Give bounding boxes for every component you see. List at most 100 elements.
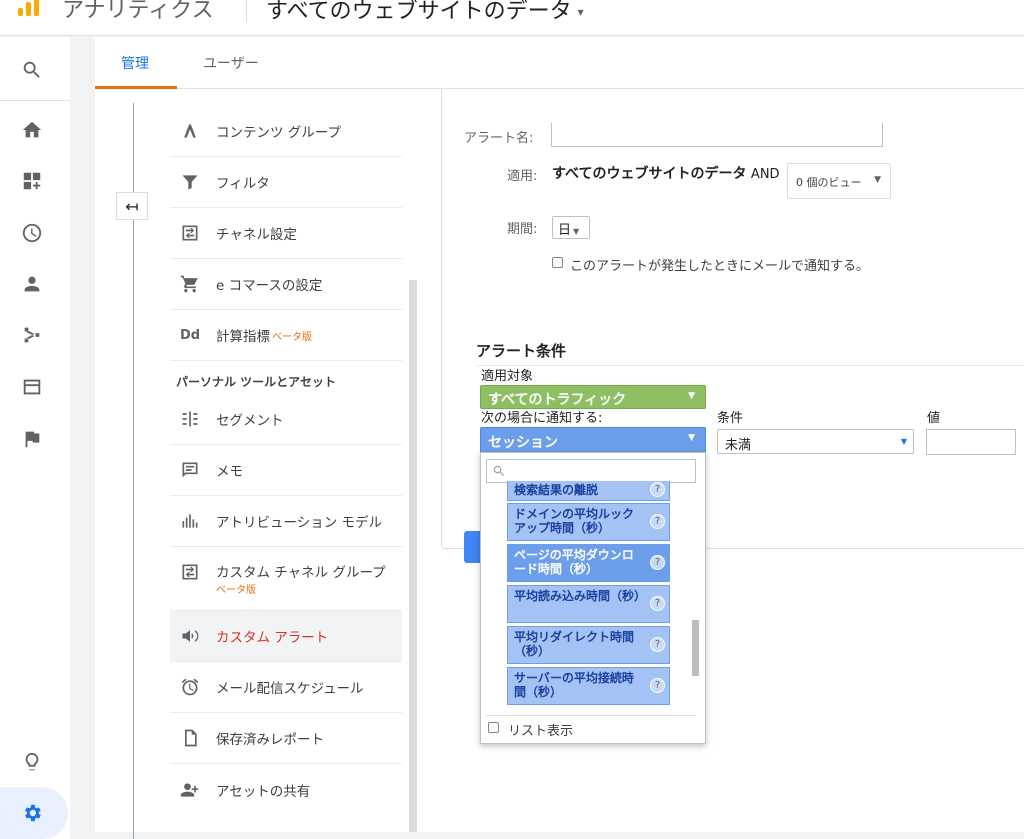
metric-value: セッション: [488, 435, 558, 451]
menu-item-filters[interactable]: フィルタ: [170, 157, 402, 208]
alert-name-input[interactable]: [551, 123, 883, 147]
segment-icon: [179, 408, 201, 430]
value-label: 値: [927, 411, 941, 426]
menu-item-label: フィルタ: [216, 176, 270, 192]
tab-user[interactable]: ユーザー: [203, 53, 259, 73]
beta-badge: ベータ版: [216, 585, 256, 596]
menu-item-scheduled-emails[interactable]: メール配信スケジュール: [170, 662, 402, 713]
email-notify-checkbox[interactable]: [552, 257, 563, 268]
conditions-divider: [476, 365, 1024, 366]
customization-icon[interactable]: [19, 168, 45, 194]
app-name: アナリティクス: [62, 0, 214, 23]
header-divider: [246, 0, 247, 22]
help-icon[interactable]: ?: [650, 678, 665, 693]
nav-rail: [0, 37, 70, 839]
beta-badge: ベータ版: [272, 331, 312, 343]
apply-target: すべてのウェブサイトのデータ AND: [552, 163, 780, 183]
menu-item-label: カスタム アラート: [216, 630, 329, 646]
period-value: 日: [558, 223, 572, 238]
menu-item-annotations[interactable]: メモ: [170, 445, 402, 496]
chevron-down-icon: ▼: [688, 433, 695, 443]
rail-divider: [0, 100, 70, 101]
realtime-clock-icon[interactable]: [19, 220, 45, 246]
filter-icon: [179, 171, 201, 193]
views-dropdown[interactable]: 0 個のビュー ▼: [787, 163, 891, 199]
metric-option[interactable]: 検索結果の離脱 ?: [507, 481, 670, 501]
admin-tabs: 管理 ユーザー: [95, 37, 1024, 89]
menu-item-label: メモ: [216, 464, 243, 480]
active-tab-underline: [95, 86, 177, 89]
threshold-value-input[interactable]: [926, 429, 1016, 455]
top-header: アナリティクス すべてのウェブサイトのデータ ▾: [0, 0, 1024, 36]
notify-when-label: 次の場合に通知する:: [481, 411, 603, 426]
home-icon[interactable]: [19, 117, 45, 143]
menu-item-label: メール配信スケジュール: [216, 681, 364, 697]
period-label: 期間:: [507, 222, 538, 237]
menu-item-ecommerce-settings[interactable]: e コマースの設定: [170, 259, 402, 310]
menu-item-label: チャネル設定: [216, 227, 297, 243]
menu-scrollbar[interactable]: [409, 280, 417, 832]
content-grouping-icon: [179, 120, 201, 142]
menu-item-channel-settings[interactable]: チャネル設定: [170, 208, 402, 259]
section-heading-personal-tools: パーソナル ツールとアセット: [176, 375, 336, 389]
condition-dropdown[interactable]: 未満 ▼: [717, 429, 914, 454]
metric-option[interactable]: 平均読み込み時間（秒） ?: [507, 585, 670, 623]
period-dropdown[interactable]: 日 ▼: [552, 216, 590, 239]
metric-search-input[interactable]: [486, 459, 696, 483]
menu-item-custom-alerts[interactable]: カスタム アラート: [170, 611, 402, 662]
custom-channel-icon: [179, 561, 201, 583]
megaphone-icon: [179, 625, 201, 647]
channel-settings-icon: [179, 222, 201, 244]
help-icon[interactable]: ?: [650, 596, 665, 611]
metric-option-label: 平均リダイレクト時間（秒）: [514, 630, 635, 658]
applies-to-dropdown[interactable]: すべてのトラフィック ▼: [480, 385, 706, 409]
conversions-flag-icon[interactable]: [19, 426, 45, 452]
tab-admin[interactable]: 管理: [121, 53, 149, 73]
views-dropdown-value: 0 個のビュー: [796, 176, 862, 189]
lightbulb-icon[interactable]: [19, 749, 45, 775]
saved-report-icon: [179, 727, 201, 749]
alert-conditions-title: アラート条件: [476, 342, 567, 360]
metric-option[interactable]: サーバーの平均接続時間（秒） ?: [507, 667, 670, 705]
settings-menu: コンテンツ グループ フィルタ チャネル設定 e コマースの設定 Dd 計算指標…: [170, 106, 402, 815]
list-view-checkbox[interactable]: [488, 722, 499, 733]
admin-gear-icon[interactable]: [19, 800, 45, 826]
metric-selector-popup: 検索結果の離脱 ? ドメインの平均ルックアップ時間（秒） ? ページの平均ダウン…: [480, 452, 706, 744]
annotation-icon: [179, 459, 201, 481]
chevron-down-icon: ▾: [577, 5, 584, 19]
menu-item-label: 保存済みレポート: [216, 732, 324, 748]
metric-option-label: ページの平均ダウンロード時間（秒）: [514, 548, 634, 576]
menu-item-attribution-models[interactable]: アトリビューション モデル: [170, 496, 402, 547]
acquisition-icon[interactable]: [19, 322, 45, 348]
search-icon[interactable]: [19, 57, 45, 83]
metric-option[interactable]: 平均リダイレクト時間（秒） ?: [507, 626, 670, 664]
apply-label: 適用:: [507, 169, 538, 184]
condition-label: 条件: [717, 411, 744, 426]
audience-person-icon[interactable]: [19, 271, 45, 297]
popup-scrollbar[interactable]: [692, 620, 699, 676]
menu-item-label: カスタム チャネル グループ: [216, 565, 386, 581]
property-name: すべてのウェブサイトのデータ: [266, 0, 572, 24]
help-icon[interactable]: ?: [650, 637, 665, 652]
help-icon[interactable]: ?: [650, 482, 665, 497]
behavior-icon[interactable]: [19, 374, 45, 400]
back-arrow-button[interactable]: ↤: [116, 192, 148, 220]
metric-option-label: サーバーの平均接続時間（秒）: [514, 671, 634, 699]
metric-option[interactable]: ドメインの平均ルックアップ時間（秒） ?: [507, 503, 670, 541]
menu-item-saved-reports[interactable]: 保存済みレポート: [170, 713, 402, 764]
menu-item-content-grouping[interactable]: コンテンツ グループ: [170, 106, 402, 157]
calculated-metrics-icon: Dd: [179, 327, 201, 343]
menu-item-calculated-metrics[interactable]: Dd 計算指標 ベータ版: [170, 310, 402, 361]
menu-item-segments[interactable]: セグメント: [170, 394, 402, 445]
list-view-label: リスト表示: [508, 724, 574, 739]
menu-item-share-assets[interactable]: アセットの共有: [170, 764, 402, 815]
metric-dropdown[interactable]: セッション ▼: [480, 427, 706, 453]
applies-to-label: 適用対象: [481, 369, 534, 384]
property-selector[interactable]: すべてのウェブサイトのデータ ▾: [266, 0, 584, 25]
chevron-down-icon: ▼: [688, 391, 695, 401]
metric-option-selected[interactable]: ページの平均ダウンロード時間（秒） ?: [507, 544, 670, 582]
help-icon[interactable]: ?: [650, 514, 665, 529]
menu-item-custom-channel-grouping[interactable]: カスタム チャネル グループ ベータ版: [170, 547, 402, 611]
help-icon[interactable]: ?: [650, 555, 665, 570]
analytics-logo-icon[interactable]: [14, 0, 44, 20]
